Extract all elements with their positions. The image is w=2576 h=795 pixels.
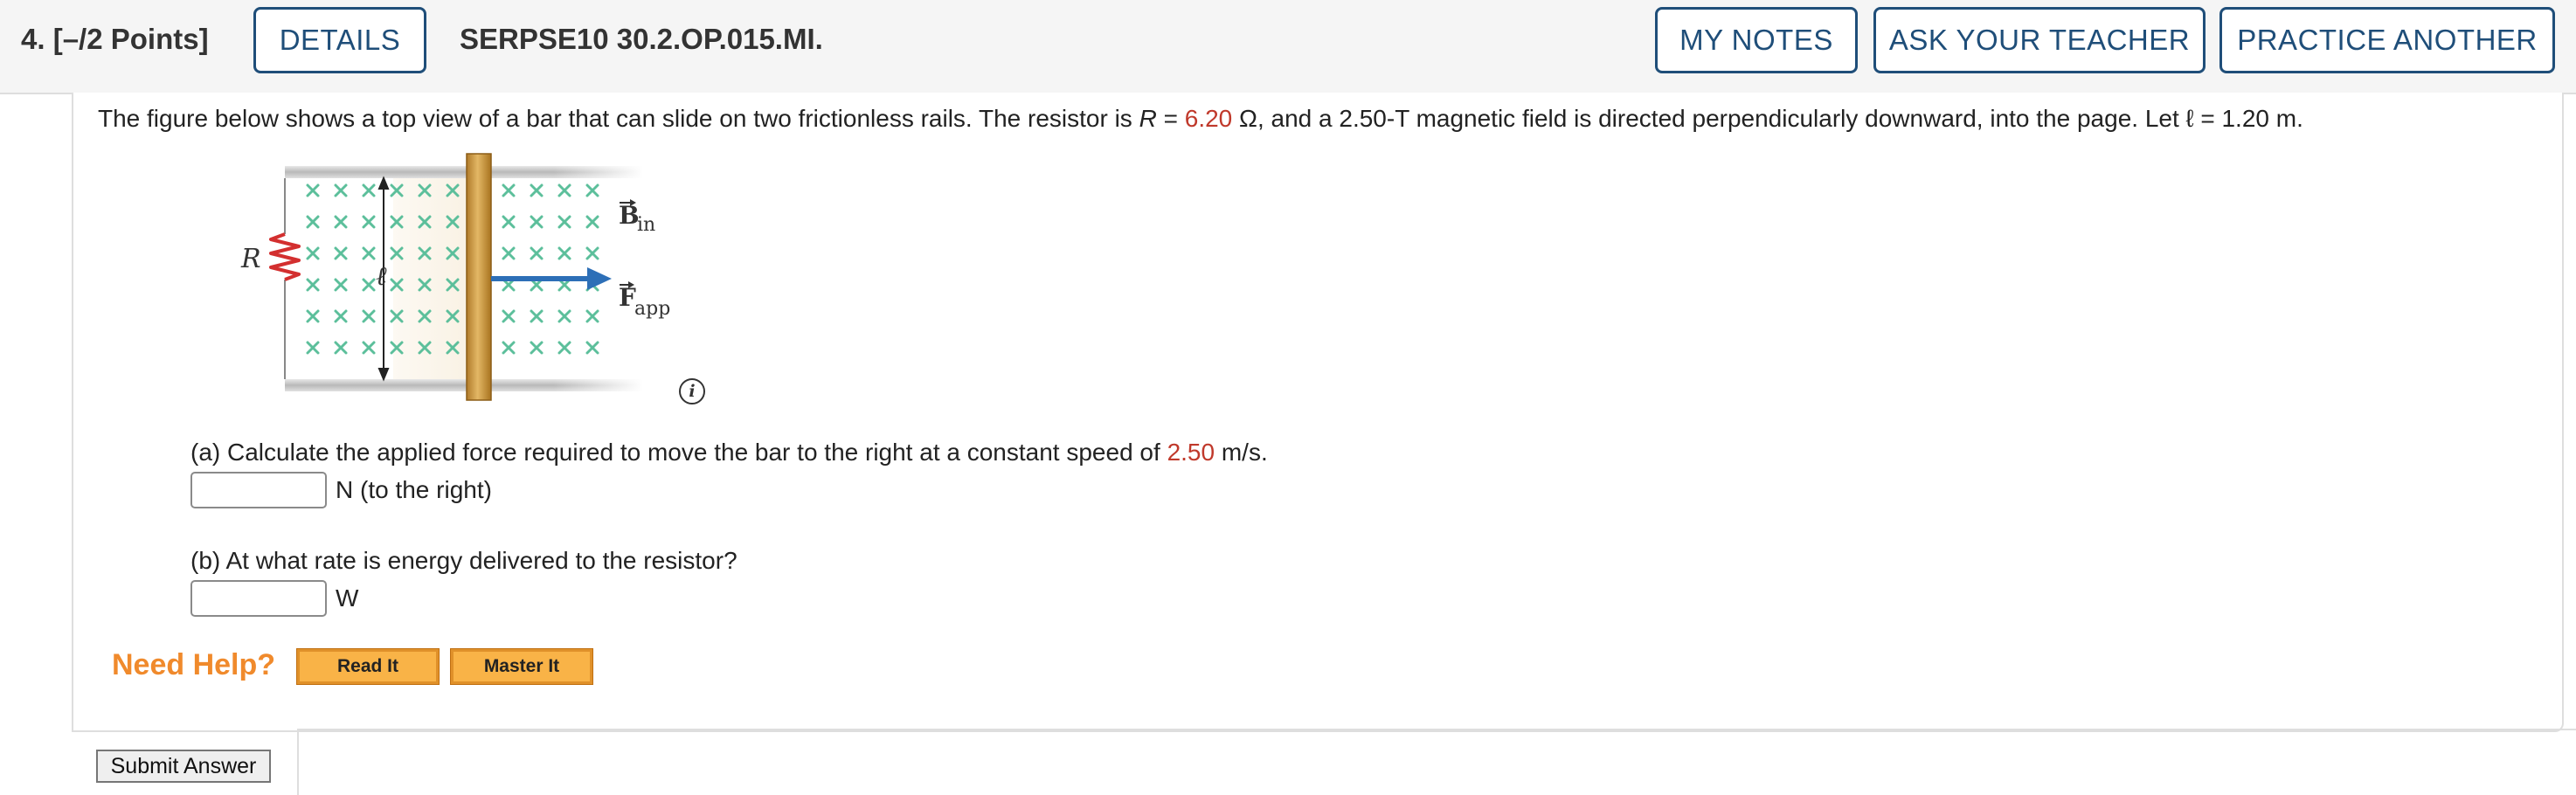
ask-your-teacher-button[interactable]: ASK YOUR TEACHER xyxy=(1873,7,2206,73)
part-b-unit: W xyxy=(336,584,359,612)
rail-bar-figure: R ℓ B in F app xyxy=(240,153,670,401)
question-header: 4. [–/2 Points] DETAILS SERPSE10 30.2.OP… xyxy=(0,0,2576,94)
speed-value: 2.50 xyxy=(1167,439,1215,466)
info-icon[interactable]: i xyxy=(679,378,705,404)
submit-area-frame xyxy=(297,729,2576,795)
part-a-answer-input[interactable] xyxy=(190,472,327,508)
details-button[interactable]: DETAILS xyxy=(253,7,426,73)
svg-text:F: F xyxy=(619,283,636,312)
question-number: 4. [–/2 Points] xyxy=(21,23,209,55)
svg-text:app: app xyxy=(634,298,670,320)
part-b-answer-input[interactable] xyxy=(190,580,327,617)
part-a-question: (a) Calculate the applied force required… xyxy=(190,439,1268,466)
part-b-question: (b) At what rate is energy delivered to … xyxy=(190,547,737,574)
part-a-unit: N (to the right) xyxy=(336,476,492,503)
master-it-button[interactable]: Master It xyxy=(450,648,593,685)
sliding-bar xyxy=(466,153,492,401)
svg-text:in: in xyxy=(637,214,655,236)
read-it-button[interactable]: Read It xyxy=(296,648,440,685)
label-ell: ℓ xyxy=(376,261,387,292)
need-help-label: Need Help? xyxy=(112,648,276,681)
my-notes-button[interactable]: MY NOTES xyxy=(1655,7,1858,73)
resistance-value: 6.20 xyxy=(1184,105,1233,132)
problem-statement: The figure below shows a top view of a b… xyxy=(98,105,2303,132)
submit-answer-button[interactable]: Submit Answer xyxy=(96,750,271,783)
question-code: SERPSE10 30.2.OP.015.MI. xyxy=(460,23,823,55)
practice-another-button[interactable]: PRACTICE ANOTHER xyxy=(2219,7,2555,73)
label-R: R xyxy=(240,244,261,274)
points-label: [–/2 Points] xyxy=(52,23,209,55)
